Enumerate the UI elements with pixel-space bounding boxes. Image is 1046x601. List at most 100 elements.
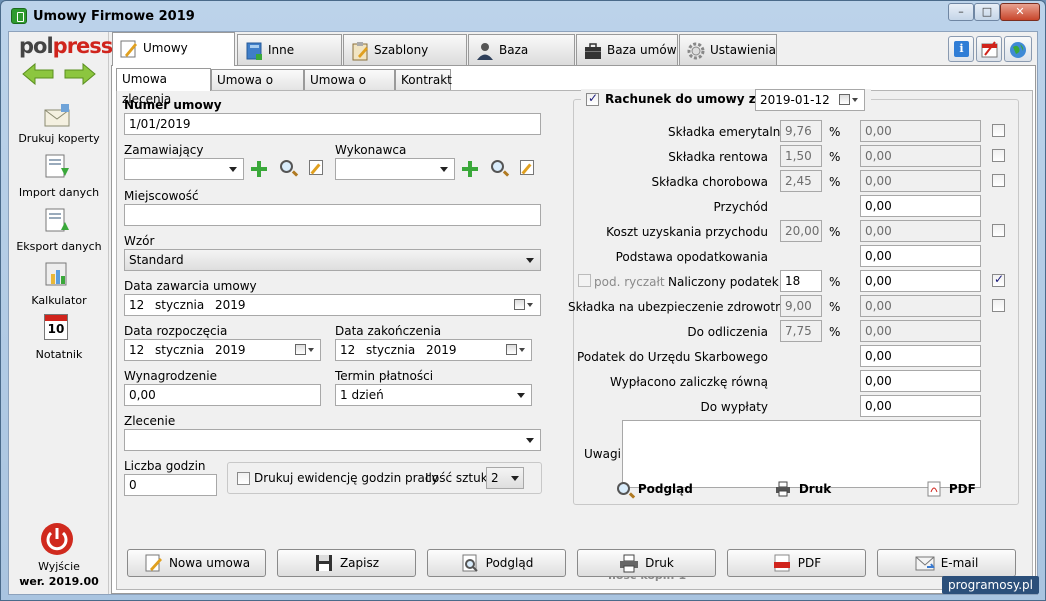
data-zawarcia-picker[interactable]: 12 stycznia 2019	[124, 294, 541, 316]
zlecenie-select[interactable]	[124, 429, 541, 451]
search-wykonawca-icon[interactable]	[491, 160, 504, 173]
do-odliczenia-rate[interactable]: 7,75	[780, 320, 822, 342]
drukuj-ewidencje-checkbox[interactable]	[237, 472, 250, 485]
back-arrow-icon[interactable]	[21, 62, 55, 86]
forward-arrow-icon[interactable]	[63, 62, 97, 86]
naliczony-podatek-checkbox[interactable]	[992, 272, 1005, 287]
rachunek-druk-button[interactable]: Druk	[775, 481, 831, 501]
tab-szablony-umow[interactable]: Szablony umów	[343, 34, 467, 87]
skladka-rentowa-value[interactable]: 0,00	[860, 145, 981, 167]
podstawa-opodatkowania-value[interactable]: 0,00	[860, 245, 981, 267]
nowa-umowa-button[interactable]: Nowa umowa	[127, 549, 266, 577]
web-button[interactable]	[1004, 36, 1032, 62]
skladka-emerytalna-rate[interactable]: 9,76	[780, 120, 822, 142]
pod-ryczalt-checkbox[interactable]	[578, 274, 591, 287]
sidebar-item-import-danych[interactable]: Import danych	[9, 152, 109, 200]
subtab-umowa-o-prace[interactable]: Umowa o pracę	[304, 69, 395, 107]
rachunek-pdf-button[interactable]: PDF	[927, 481, 976, 501]
add-wykonawca-icon[interactable]	[462, 161, 478, 177]
skladka-zdrowotna-value[interactable]: 0,00	[860, 295, 981, 317]
tab-baza-danych[interactable]: Baza danych	[468, 34, 575, 87]
zamawiajacy-select[interactable]	[124, 158, 244, 180]
date-day: 12	[129, 343, 145, 357]
rachunek-podglad-button[interactable]: Podgląd	[615, 481, 693, 501]
calendar-icon[interactable]	[514, 299, 525, 310]
do-wyplaty-value[interactable]: 0,00	[860, 395, 981, 417]
export-icon	[45, 208, 69, 232]
info-button[interactable]: i	[948, 36, 974, 62]
data-rozpoczecia-picker[interactable]: 12 stycznia 2019	[124, 339, 321, 361]
rachunek-date-picker[interactable]: 2019-01-12	[755, 89, 865, 111]
email-label: E-mail	[940, 556, 979, 570]
date-month: stycznia	[155, 298, 205, 312]
calendar-icon[interactable]	[506, 344, 517, 355]
edit-zamawiajacy-icon[interactable]	[309, 160, 323, 175]
tab-inne-umowy[interactable]: Inne umowy	[237, 34, 342, 87]
naliczony-podatek-value[interactable]: 0,00	[860, 270, 981, 292]
uwagi-textarea[interactable]	[622, 420, 981, 488]
podglad-button[interactable]: Podgląd	[427, 549, 566, 577]
sidebar-item-notatnik[interactable]: 10 Notatnik	[9, 314, 109, 362]
tab-ustawienia[interactable]: Ustawienia	[679, 34, 777, 65]
zaliczka-value[interactable]: 0,00	[860, 370, 981, 392]
druk-button[interactable]: Druk	[577, 549, 716, 577]
logo-text: pol	[19, 34, 54, 58]
zapisz-button[interactable]: Zapisz	[277, 549, 416, 577]
add-zamawiajacy-icon[interactable]	[251, 161, 267, 177]
maximize-button[interactable]: □	[974, 3, 1000, 21]
skladka-chorobowa-value[interactable]: 0,00	[860, 170, 981, 192]
logo-text-red: press	[52, 34, 114, 58]
skladka-zdrowotna-checkbox[interactable]	[992, 299, 1005, 312]
koszt-uzyskania-checkbox[interactable]	[992, 224, 1005, 237]
ilosc-sztuk-select[interactable]: 2	[486, 467, 524, 489]
search-zamawiajacy-icon[interactable]	[280, 160, 293, 173]
skladka-emerytalna-checkbox[interactable]	[992, 124, 1005, 137]
sidebar-item-drukuj-koperty[interactable]: Drukuj koperty	[9, 102, 109, 146]
koszt-uzyskania-value[interactable]: 0,00	[860, 220, 981, 242]
rachunek-checkbox[interactable]	[586, 91, 599, 106]
email-button[interactable]: E-mail	[877, 549, 1016, 577]
percent-sign: %	[829, 225, 841, 239]
skladka-rentowa-rate[interactable]: 1,50	[780, 145, 822, 167]
pdf-button[interactable]: PDF	[727, 549, 866, 577]
minimize-button[interactable]: –	[948, 3, 974, 21]
przychod-value[interactable]: 0,00	[860, 195, 981, 217]
data-rozpoczecia-label: Data rozpoczęcia	[124, 324, 228, 338]
data-zakonczenia-picker[interactable]: 12 stycznia 2019	[335, 339, 532, 361]
numer-umowy-input[interactable]: 1/01/2019	[124, 113, 541, 135]
skladka-rentowa-checkbox[interactable]	[992, 149, 1005, 162]
subtab-umowa-o-dzielo[interactable]: Umowa o dzieło	[211, 69, 304, 107]
koszt-uzyskania-rate[interactable]: 20,00	[780, 220, 822, 242]
tab-baza-umow[interactable]: Baza umów	[576, 34, 678, 65]
calendar-button[interactable]	[976, 36, 1002, 62]
wynagrodzenie-input[interactable]: 0,00	[124, 384, 321, 406]
wykonawca-select[interactable]	[335, 158, 455, 180]
edit-wykonawca-icon[interactable]	[520, 160, 534, 175]
calendar-icon[interactable]	[839, 94, 850, 105]
subtab-kontrakt[interactable]: Kontrakt	[395, 69, 452, 90]
date-day: 12	[340, 343, 356, 357]
close-button[interactable]: ✕	[1000, 3, 1040, 21]
miejscowosc-input[interactable]	[124, 204, 541, 226]
podatek-us-value[interactable]: 0,00	[860, 345, 981, 367]
liczba-godzin-input[interactable]: 0	[124, 474, 217, 496]
skladka-chorobowa-rate[interactable]: 2,45	[780, 170, 822, 192]
calendar-icon[interactable]	[295, 344, 306, 355]
do-odliczenia-value[interactable]: 0,00	[860, 320, 981, 342]
naliczony-podatek-rate[interactable]: 18	[780, 270, 822, 292]
client-area: polpress Drukuj koperty Import danych Ek…	[8, 31, 1038, 595]
sidebar-item-kalkulator[interactable]: Kalkulator	[9, 260, 109, 308]
main-panel: Umowa zlecenia Umowa o dzieło Umowa o pr…	[111, 65, 1036, 594]
skladka-zdrowotna-rate[interactable]: 9,00	[780, 295, 822, 317]
tab-umowy-firmowe[interactable]: Umowy firmowe	[112, 32, 235, 85]
exit-button[interactable]	[40, 522, 74, 556]
skladka-emerytalna-value[interactable]: 0,00	[860, 120, 981, 142]
drukuj-ewidencje-label: Drukuj ewidencję godzin pracy	[254, 471, 439, 485]
termin-platnosci-select[interactable]: 1 dzień	[335, 384, 532, 406]
subtab-umowa-zlecenia[interactable]: Umowa zlecenia	[116, 68, 211, 106]
sidebar-item-eksport-danych[interactable]: Eksport danych	[9, 206, 109, 254]
tab-label: Ustawienia	[710, 43, 776, 57]
skladka-chorobowa-checkbox[interactable]	[992, 174, 1005, 187]
globe-icon	[1010, 42, 1026, 58]
wzor-select[interactable]: Standard	[124, 249, 541, 271]
